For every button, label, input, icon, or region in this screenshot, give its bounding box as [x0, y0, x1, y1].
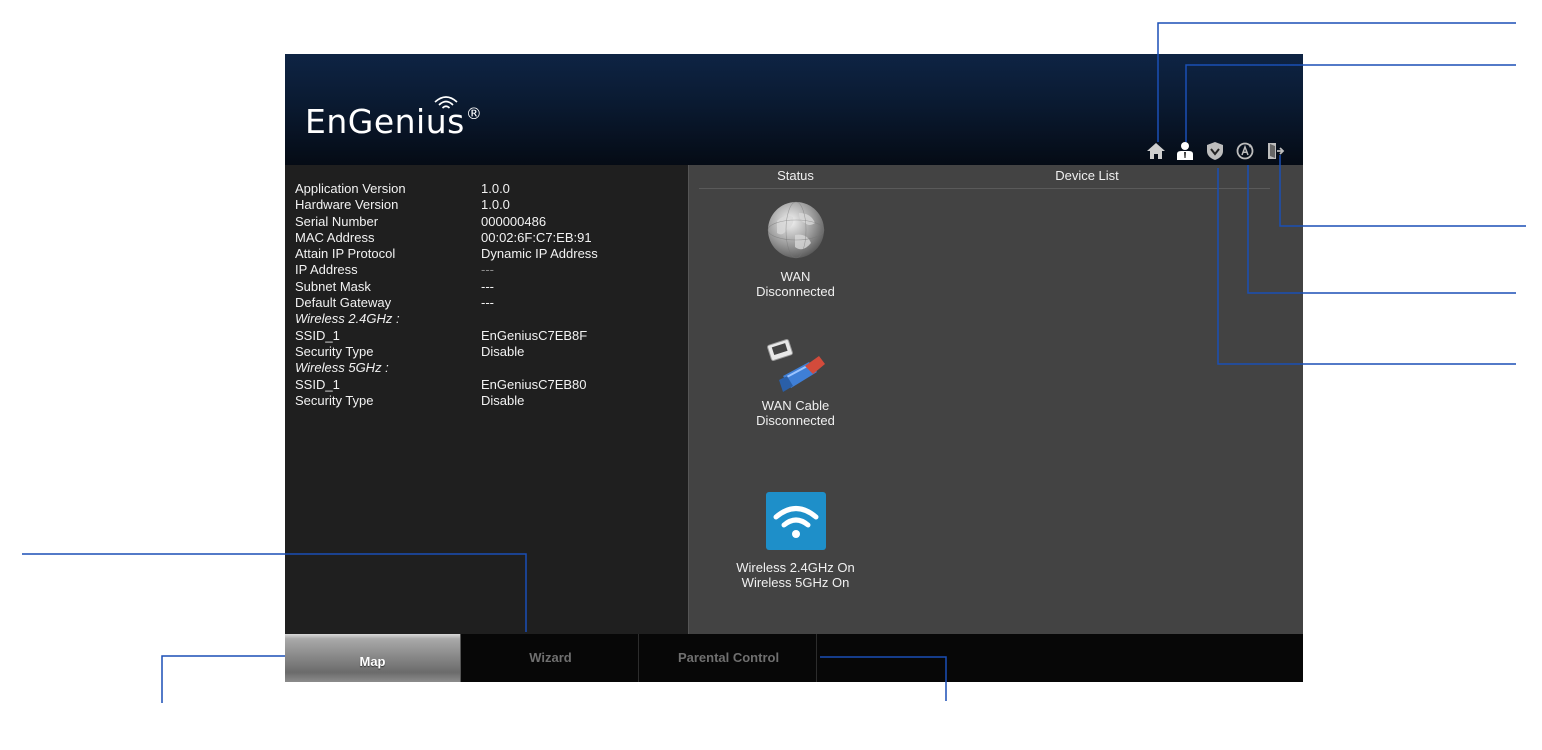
wireless-5-state: Wireless 5GHz On	[741, 575, 850, 590]
device-info-panel: Application Version 1.0.0 Hardware Versio…	[285, 165, 688, 634]
tab-map[interactable]: Map	[285, 634, 461, 682]
callout-map	[161, 655, 285, 703]
info-row-subnet-mask: Subnet Mask ---	[295, 278, 494, 294]
account-button[interactable]	[1174, 140, 1196, 162]
info-row-default-gateway: Default Gateway ---	[295, 295, 494, 311]
info-row-ip-protocol: Attain IP Protocol Dynamic IP Address	[295, 246, 598, 262]
device-list-panel: Device List	[902, 165, 1303, 634]
info-row-application-version: Application Version 1.0.0	[295, 181, 510, 196]
router-admin-window: EnGenius® Application Version 1.0.0 Hard…	[285, 54, 1303, 682]
wifi-icon	[765, 492, 826, 550]
callout-logout	[1279, 155, 1526, 227]
brand-trademark: ®	[465, 104, 483, 123]
device-list-header-divider	[902, 188, 1270, 189]
home-button[interactable]	[1145, 140, 1167, 162]
brand-logo: EnGenius®	[305, 96, 483, 141]
info-row-mac-address: MAC Address 00:02:6F:C7:EB:91	[295, 229, 592, 245]
info-row-ssid-24: SSID_1 EnGeniusC7EB8F	[295, 327, 588, 343]
user-icon	[1177, 142, 1193, 160]
tools-button[interactable]	[1204, 140, 1226, 162]
wan-cable-status[interactable]: WAN Cable Disconnected	[689, 336, 902, 428]
header-banner: EnGenius®	[285, 54, 1303, 165]
tab-parental-control[interactable]: Parental Control	[641, 634, 817, 682]
info-row-ip-address: IP Address ---	[295, 262, 494, 278]
device-info-list: Application Version 1.0.0 Hardware Versio…	[295, 181, 598, 409]
home-icon	[1147, 143, 1165, 159]
logout-icon	[1268, 143, 1285, 159]
wan-cable-status-title: WAN Cable	[761, 398, 830, 413]
globe-icon	[767, 201, 824, 259]
logout-button[interactable]	[1264, 140, 1286, 162]
tab-wizard[interactable]: Wizard	[463, 634, 639, 682]
refresh-icon	[1236, 142, 1254, 160]
info-section-wireless-5: Wireless 5GHz :	[295, 360, 389, 376]
wan-status-title: WAN	[780, 269, 811, 284]
info-row-ssid-5: SSID_1 EnGeniusC7EB80	[295, 376, 587, 392]
info-row-serial-number: Serial Number 000000486	[295, 213, 547, 229]
wifi-mark-icon	[434, 96, 458, 109]
info-row-security-24: Security Type Disable	[295, 343, 525, 359]
device-list-header: Device List	[1055, 168, 1119, 183]
shield-icon	[1207, 142, 1223, 160]
ethernet-cable-icon	[766, 339, 825, 392]
main-content: Application Version 1.0.0 Hardware Versio…	[285, 165, 1303, 634]
status-header-divider	[699, 188, 902, 189]
wireless-24-state: Wireless 2.4GHz On	[736, 560, 855, 575]
wan-cable-status-state: Disconnected	[756, 413, 835, 428]
firmware-button[interactable]	[1234, 140, 1256, 162]
info-section-wireless-24: Wireless 2.4GHz :	[295, 311, 400, 327]
status-panel: Status WAN Disconnected WAN Cable Discon…	[688, 165, 903, 634]
info-row-hardware-version: Hardware Version 1.0.0	[295, 197, 510, 213]
wan-status-state: Disconnected	[756, 284, 835, 299]
wan-status[interactable]: WAN Disconnected	[689, 199, 902, 299]
status-header: Status	[777, 168, 814, 183]
info-row-security-5: Security Type Disable	[295, 392, 525, 408]
wireless-status[interactable]: Wireless 2.4GHz On Wireless 5GHz On	[689, 492, 902, 590]
bottom-tab-bar: Map Wizard Parental Control	[285, 634, 1303, 682]
